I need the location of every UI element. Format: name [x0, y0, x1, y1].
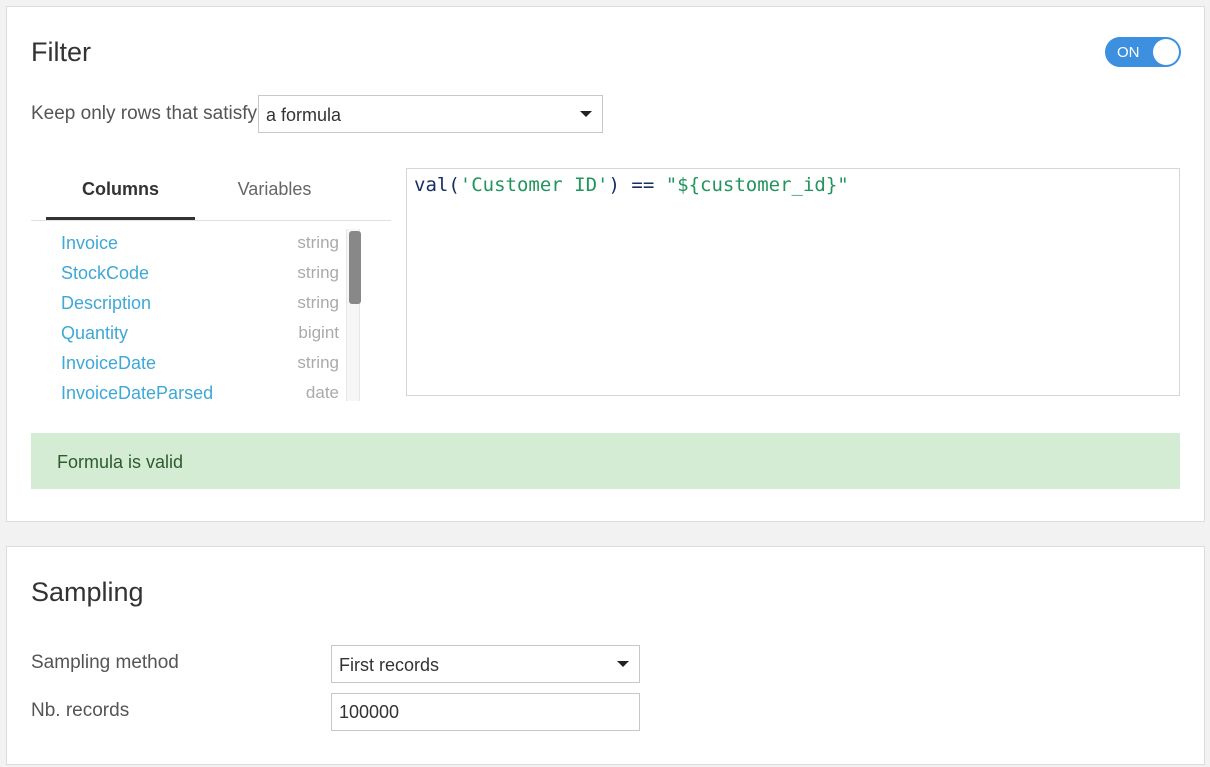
chevron-down-icon: [580, 111, 592, 117]
filter-mode-select[interactable]: a formula: [258, 95, 603, 133]
sampling-title: Sampling: [31, 577, 144, 607]
code-token-function: val(: [414, 174, 460, 196]
column-name: InvoiceDate: [61, 353, 157, 373]
column-item[interactable]: Invoice string: [31, 229, 341, 259]
column-item[interactable]: InvoiceDate string: [31, 349, 341, 379]
formula-editor[interactable]: val('Customer ID') == "${customer_id}": [406, 168, 1180, 396]
scrollbar-thumb[interactable]: [349, 231, 361, 304]
sampling-method-value: First records: [339, 655, 440, 675]
sampling-method-select[interactable]: First records: [331, 645, 640, 683]
keep-rows-label: Keep only rows that satisfy: [31, 103, 257, 124]
column-type: string: [297, 293, 339, 312]
column-name: StockCode: [61, 263, 150, 283]
column-name: Quantity: [61, 323, 129, 343]
column-type: string: [297, 353, 339, 372]
formula-code-line: val('Customer ID') == "${customer_id}": [414, 174, 849, 196]
column-item[interactable]: StockCode string: [31, 259, 341, 289]
nb-records-input[interactable]: [331, 693, 640, 731]
tab-divider: [31, 220, 391, 221]
column-type: string: [297, 233, 339, 252]
tab-columns[interactable]: Columns: [46, 167, 195, 220]
code-token-close: ): [608, 174, 632, 196]
filter-panel: Filter ON Keep only rows that satisfy a …: [6, 6, 1205, 522]
tab-variables[interactable]: Variables: [200, 167, 349, 220]
column-item[interactable]: InvoiceDateParsed date: [31, 379, 341, 401]
nb-records-label: Nb. records: [31, 700, 130, 721]
toggle-knob: [1153, 39, 1179, 65]
filter-title: Filter: [31, 37, 91, 67]
sampling-method-label: Sampling method: [31, 652, 179, 673]
column-name: InvoiceDateParsed: [61, 383, 214, 401]
code-token-operator: ==: [631, 174, 655, 196]
validation-banner: Formula is valid: [31, 433, 1180, 489]
column-item[interactable]: Quantity bigint: [31, 319, 341, 349]
validation-message: Formula is valid: [57, 452, 184, 472]
column-type: string: [297, 263, 339, 282]
column-item[interactable]: Description string: [31, 289, 341, 319]
column-name: Invoice: [61, 233, 119, 253]
filter-toggle[interactable]: ON: [1105, 37, 1181, 67]
toggle-label: ON: [1117, 44, 1140, 61]
column-name: Description: [61, 293, 152, 313]
column-list: Invoice string StockCode string Descript…: [31, 229, 363, 401]
code-token-column: 'Customer ID': [459, 174, 609, 196]
sampling-panel: Sampling Sampling method First records N…: [6, 546, 1205, 765]
code-token-value: "${customer_id}": [665, 174, 849, 196]
chevron-down-icon: [617, 661, 629, 667]
filter-mode-value: a formula: [266, 105, 342, 125]
column-type: bigint: [298, 323, 339, 342]
column-type: date: [305, 383, 339, 401]
column-list-scrollbar[interactable]: [346, 229, 361, 401]
